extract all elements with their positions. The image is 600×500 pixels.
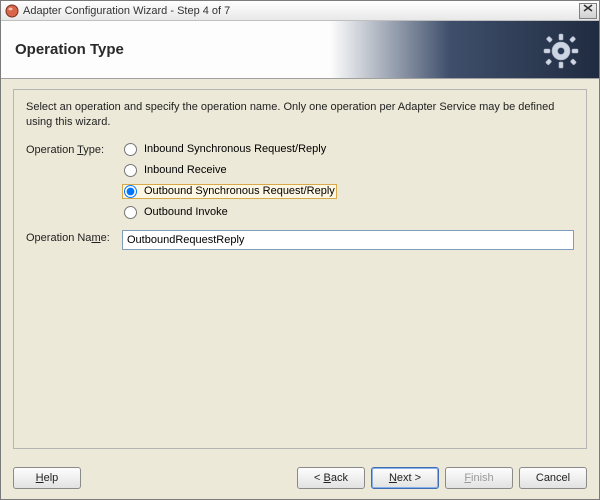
- cancel-button[interactable]: Cancel: [519, 467, 587, 489]
- titlebar: Adapter Configuration Wizard - Step 4 of…: [1, 1, 599, 21]
- back-button[interactable]: < Back: [297, 467, 365, 489]
- operation-name-row: Operation Name:: [26, 230, 574, 250]
- footer: Help < Back Next > Finish Cancel: [1, 459, 599, 499]
- finish-button: Finish: [445, 467, 513, 489]
- operation-type-option-label[interactable]: Outbound Invoke: [144, 206, 228, 218]
- help-button[interactable]: Help: [13, 467, 81, 489]
- operation-type-options: Inbound Synchronous Request/Reply Inbound…: [122, 142, 337, 220]
- operation-type-row: Operation Type: Inbound Synchronous Requ…: [26, 142, 574, 220]
- window-title: Adapter Configuration Wizard - Step 4 of…: [23, 5, 579, 17]
- operation-type-option-label[interactable]: Inbound Receive: [144, 164, 227, 176]
- operation-type-option[interactable]: Outbound Synchronous Request/Reply: [122, 184, 337, 199]
- operation-type-radio[interactable]: [124, 206, 137, 219]
- operation-type-option[interactable]: Inbound Receive: [122, 163, 337, 178]
- wizard-window: Adapter Configuration Wizard - Step 4 of…: [0, 0, 600, 500]
- operation-type-option[interactable]: Outbound Invoke: [122, 205, 337, 220]
- operation-type-radio[interactable]: [124, 185, 137, 198]
- main-panel: Select an operation and specify the oper…: [13, 89, 587, 449]
- operation-type-option[interactable]: Inbound Synchronous Request/Reply: [122, 142, 337, 157]
- page-title: Operation Type: [15, 41, 124, 58]
- close-button[interactable]: [579, 3, 597, 19]
- next-button[interactable]: Next >: [371, 467, 439, 489]
- operation-type-label: Operation Type:: [26, 142, 122, 156]
- banner: Operation Type: [1, 21, 599, 79]
- content-area: Select an operation and specify the oper…: [1, 79, 599, 459]
- operation-name-label: Operation Name:: [26, 230, 122, 244]
- app-icon: [5, 4, 19, 18]
- gear-icon: [541, 31, 581, 74]
- instructions-text: Select an operation and specify the oper…: [26, 100, 574, 130]
- operation-name-input[interactable]: [122, 230, 574, 250]
- operation-type-radio[interactable]: [124, 164, 137, 177]
- operation-type-radio[interactable]: [124, 143, 137, 156]
- operation-type-option-label[interactable]: Inbound Synchronous Request/Reply: [144, 143, 326, 155]
- operation-type-option-label[interactable]: Outbound Synchronous Request/Reply: [144, 185, 335, 197]
